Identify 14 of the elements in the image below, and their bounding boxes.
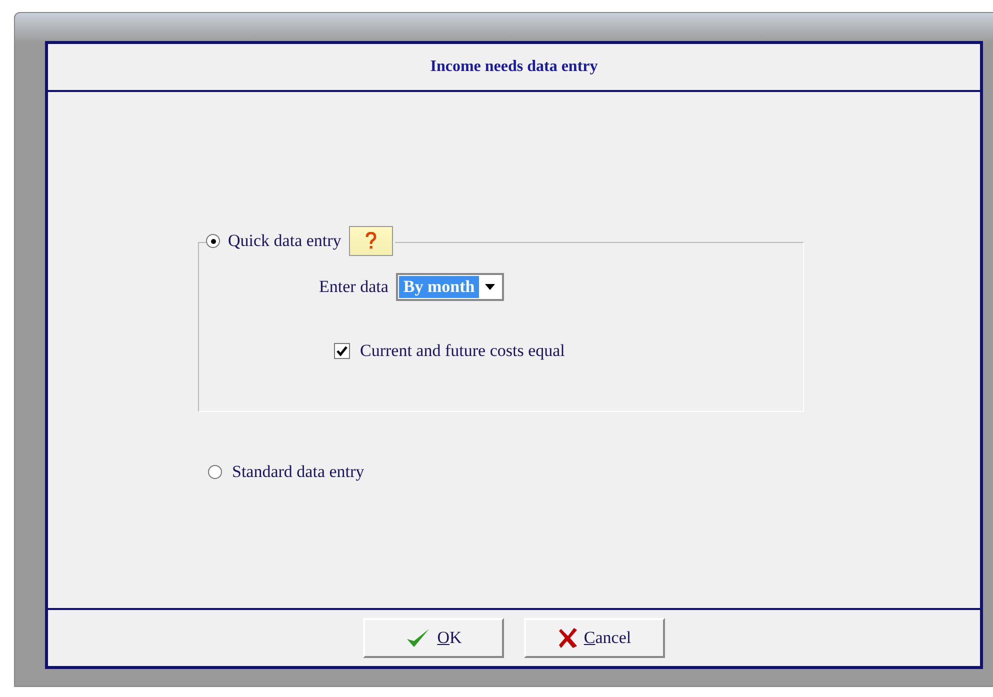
radio-button[interactable] [208, 465, 222, 479]
ok-button[interactable]: OK [363, 618, 504, 658]
radio-button[interactable] [206, 234, 220, 248]
option-label[interactable]: Standard data entry [232, 462, 364, 482]
cross-icon [558, 627, 578, 649]
help-button[interactable] [349, 226, 394, 256]
checkbox[interactable] [334, 343, 350, 359]
checkmark-icon [405, 627, 432, 649]
dropdown-arrow-icon [484, 284, 495, 290]
dialog-title: Income needs data entry [430, 58, 598, 76]
enter-data-label: Enter data [319, 277, 388, 297]
question-mark-icon [365, 232, 378, 250]
cancel-button[interactable]: Cancel [524, 618, 665, 658]
checkbox-label[interactable]: Current and future costs equal [360, 341, 565, 361]
